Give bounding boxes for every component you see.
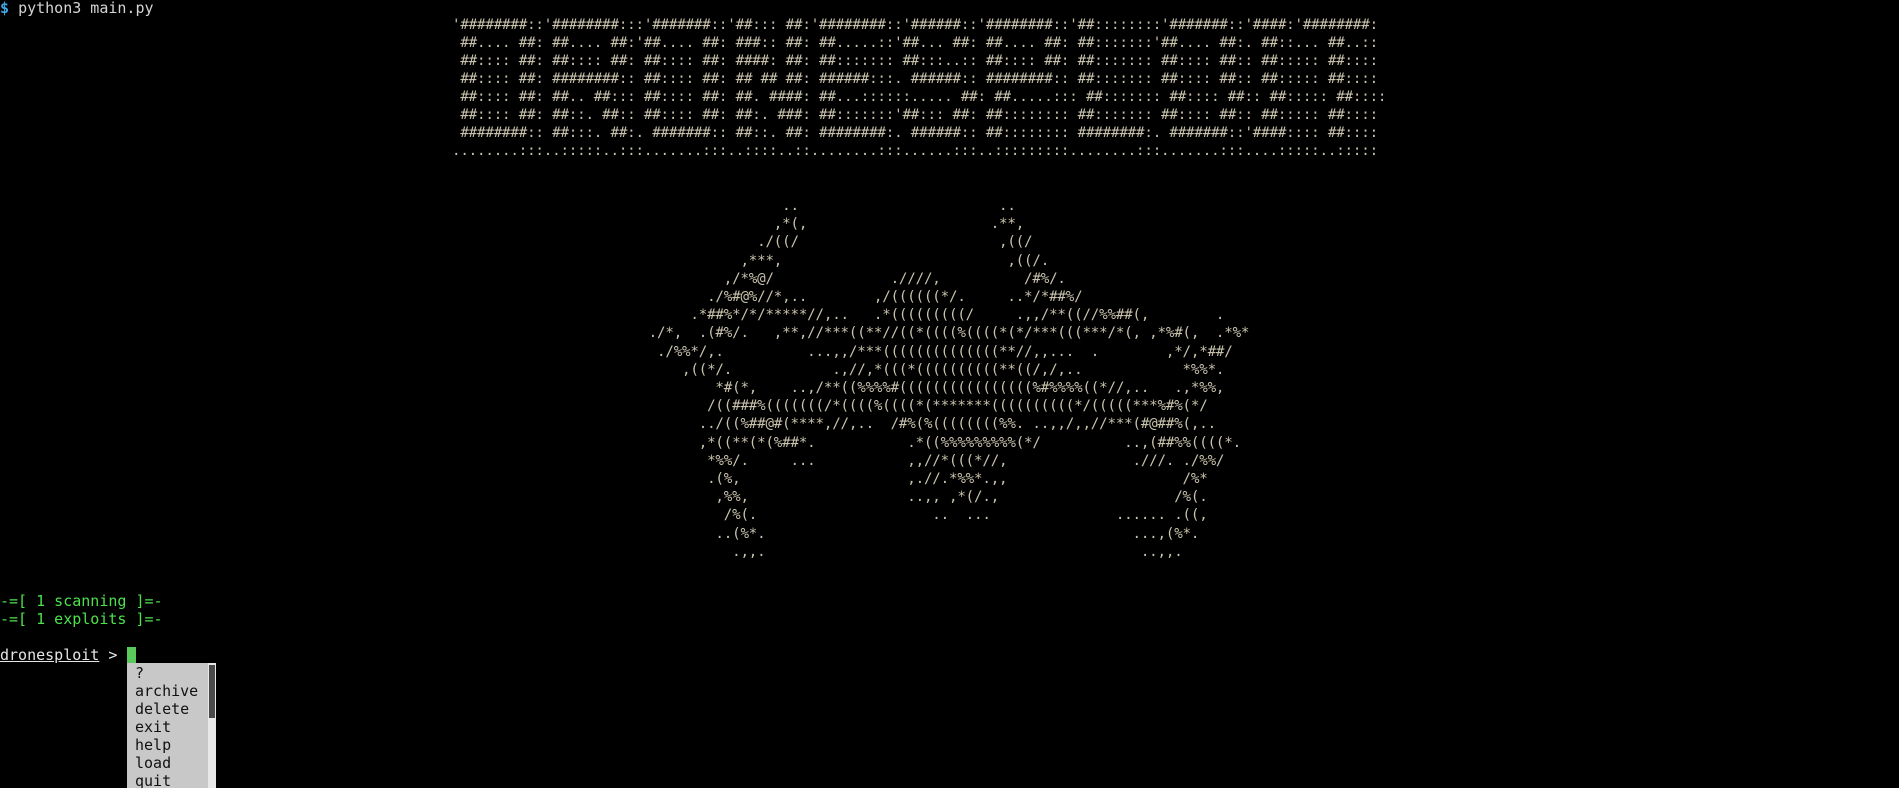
autocomplete-item-quit[interactable]: quit bbox=[135, 772, 171, 788]
shell-command-line: $ python3 main.py bbox=[0, 0, 154, 17]
text-cursor[interactable] bbox=[127, 647, 136, 663]
shell-prompt-symbol: $ bbox=[0, 0, 10, 17]
autocomplete-item-delete[interactable]: delete bbox=[135, 700, 189, 718]
autocomplete-item-help[interactable]: help bbox=[135, 736, 171, 754]
autocomplete-menu[interactable]: ? archive delete exit help load quit bbox=[127, 663, 216, 788]
console-prompt-name: dronesploit bbox=[0, 646, 100, 664]
autocomplete-scrollbar-thumb[interactable] bbox=[209, 665, 215, 718]
shell-command: python3 main.py bbox=[18, 0, 154, 17]
autocomplete-item-archive[interactable]: archive bbox=[135, 682, 198, 700]
scanning-count-status: -=[ 1 scanning ]=- bbox=[0, 592, 163, 610]
exploits-count-status: -=[ 1 exploits ]=- bbox=[0, 610, 163, 628]
console-prompt[interactable]: dronesploit > bbox=[0, 646, 117, 664]
autocomplete-item-help-symbol[interactable]: ? bbox=[135, 664, 144, 682]
dronesploit-banner: '########::'########:::'#######::'##::: … bbox=[452, 17, 1387, 159]
console-prompt-separator: > bbox=[99, 646, 118, 664]
drone-ascii-art: .. .. ,*(, .**, ./((/ ,((/ ,***, ,((/. ,… bbox=[648, 198, 1250, 560]
autocomplete-item-load[interactable]: load bbox=[135, 754, 171, 772]
autocomplete-item-exit[interactable]: exit bbox=[135, 718, 171, 736]
autocomplete-scrollbar[interactable] bbox=[208, 663, 216, 788]
